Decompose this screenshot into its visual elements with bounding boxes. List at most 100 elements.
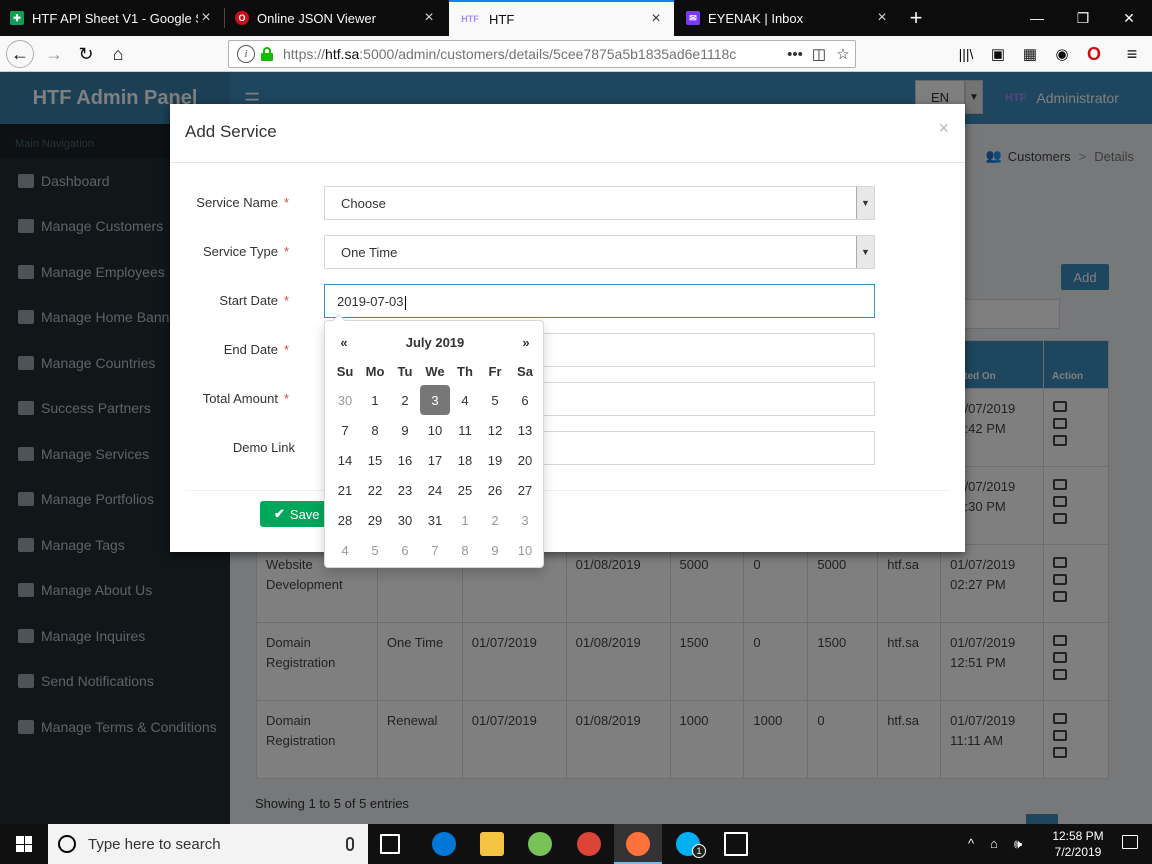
taskbar-search[interactable]: Type here to search [48,824,368,864]
firefox-icon[interactable] [626,832,650,856]
sidebar-icon[interactable]: ▣ [984,40,1012,68]
calendar-day[interactable]: 13 [510,415,540,445]
next-month-button[interactable]: » [511,335,541,350]
minimize-icon[interactable]: — [1014,0,1060,36]
home-icon[interactable]: ⌂ [104,40,132,68]
calendar-day[interactable]: 4 [450,385,480,415]
calendar-day[interactable]: 5 [480,385,510,415]
menu-icon[interactable]: ≡ [1118,40,1146,68]
cortana-icon [58,835,76,853]
calendar-day[interactable]: 29 [360,505,390,535]
back-arrow-icon[interactable]: ← [6,40,34,68]
calendar-day[interactable]: 8 [450,535,480,565]
calendar-day[interactable]: 9 [390,415,420,445]
url-text[interactable]: https://htf.sa:5000/admin/customers/deta… [283,46,783,62]
edge-icon[interactable] [432,832,456,856]
chevron-down-icon: ▼ [856,236,874,268]
month-switch[interactable]: July 2019 [359,335,511,350]
calendar-day[interactable]: 12 [480,415,510,445]
browser-tab-json[interactable]: O Online JSON Viewer × [225,0,447,36]
chrome-icon[interactable] [577,832,601,856]
browser-tab-htf[interactable]: HTF HTF × [449,0,674,36]
calendar-day[interactable]: 6 [510,385,540,415]
chevron-up-icon[interactable]: ^ [968,836,974,851]
forward-arrow-icon[interactable]: → [40,40,68,68]
datepicker: « July 2019 » Su Mo Tu We Th Fr Sa 30 1 2 3… [324,314,544,568]
calendar-day[interactable]: 8 [360,415,390,445]
calendar-day[interactable]: 31 [420,505,450,535]
calendar-day[interactable]: 24 [420,475,450,505]
calendar-day[interactable]: 1 [450,505,480,535]
photos-icon[interactable] [724,832,748,856]
close-tab-icon[interactable]: × [648,10,664,28]
account-icon[interactable]: ◉ [1048,40,1076,68]
calendar-day[interactable]: 30 [390,505,420,535]
calendar-day[interactable]: 20 [510,445,540,475]
calendar-day[interactable]: 28 [330,505,360,535]
calendar-day[interactable]: 22 [360,475,390,505]
new-tab-button[interactable]: + [902,0,930,36]
calendar-day[interactable]: 27 [510,475,540,505]
calendar-day[interactable]: 7 [330,415,360,445]
calendar-day[interactable]: 19 [480,445,510,475]
prev-month-button[interactable]: « [329,335,359,350]
close-window-icon[interactable]: ✕ [1106,0,1152,36]
calendar-day[interactable]: 7 [420,535,450,565]
calendar-day[interactable]: 5 [360,535,390,565]
calendar-day[interactable]: 14 [330,445,360,475]
info-icon[interactable]: i [237,45,255,63]
browser-tab-inbox[interactable]: ✉ EYENAK | Inbox × [676,0,900,36]
calendar-day[interactable]: 16 [390,445,420,475]
save-button[interactable]: ✔ Save [260,501,330,527]
restore-icon[interactable]: ❐ [1060,0,1106,36]
calendar-day[interactable]: 3 [510,505,540,535]
url-bar[interactable]: i https://htf.sa:5000/admin/customers/de… [228,40,856,68]
calendar-day[interactable]: 26 [480,475,510,505]
network-icon[interactable]: ⌂ [990,836,998,851]
calendar-day[interactable]: 15 [360,445,390,475]
bookmark-star-icon[interactable]: ☆ [831,45,855,63]
android-studio-icon[interactable] [528,832,552,856]
close-icon[interactable]: × [938,118,949,139]
calendar-day[interactable]: 10 [510,535,540,565]
calendar-day[interactable]: 2 [390,385,420,415]
calendar-day[interactable]: 3 [420,385,450,415]
library-icon[interactable]: |||\ [952,40,980,68]
calendar-day[interactable]: 21 [330,475,360,505]
microphone-icon[interactable] [346,837,354,851]
calendar-day[interactable]: 6 [390,535,420,565]
close-tab-icon[interactable]: × [874,9,890,27]
pocket-icon[interactable]: ◫ [807,45,831,63]
calendar-day[interactable]: 18 [450,445,480,475]
calendar-day[interactable]: 1 [360,385,390,415]
calendar-day[interactable]: 17 [420,445,450,475]
page-actions-icon[interactable]: ••• [783,46,807,63]
calendar-day[interactable]: 2 [480,505,510,535]
service-type-select[interactable]: One Time ▼ [324,235,875,269]
task-view-icon[interactable] [380,834,400,854]
calendar-week: 4 5 6 7 8 9 10 [330,535,540,565]
start-button[interactable] [0,824,48,864]
calendar-day[interactable]: 9 [480,535,510,565]
reload-icon[interactable]: ↻ [72,40,100,68]
field-label: Service Type * [203,244,289,259]
calendar-day[interactable]: 11 [450,415,480,445]
extensions-icon[interactable]: ▦ [1016,40,1044,68]
opera-icon[interactable]: O [1080,40,1108,68]
calendar-day[interactable]: 23 [390,475,420,505]
file-explorer-icon[interactable] [480,832,504,856]
service-name-select[interactable]: Choose ▼ [324,186,875,220]
calendar-day[interactable]: 10 [420,415,450,445]
field-label: Start Date * [219,293,289,308]
system-clock[interactable]: 12:58 PM 7/2/2019 [1048,828,1108,860]
browser-tab-sheets[interactable]: ✚ HTF API Sheet V1 - Google Shee × [0,0,224,36]
calendar-day[interactable]: 4 [330,535,360,565]
close-tab-icon[interactable]: × [421,9,437,27]
demo-link-row: Demo Link [170,431,965,465]
start-date-input[interactable]: 2019-07-03 [324,284,875,318]
close-tab-icon[interactable]: × [198,9,214,27]
notifications-icon[interactable] [1122,835,1138,849]
volume-icon[interactable]: 🕪 [1014,836,1022,852]
calendar-day[interactable]: 25 [450,475,480,505]
calendar-day[interactable]: 30 [330,385,360,415]
